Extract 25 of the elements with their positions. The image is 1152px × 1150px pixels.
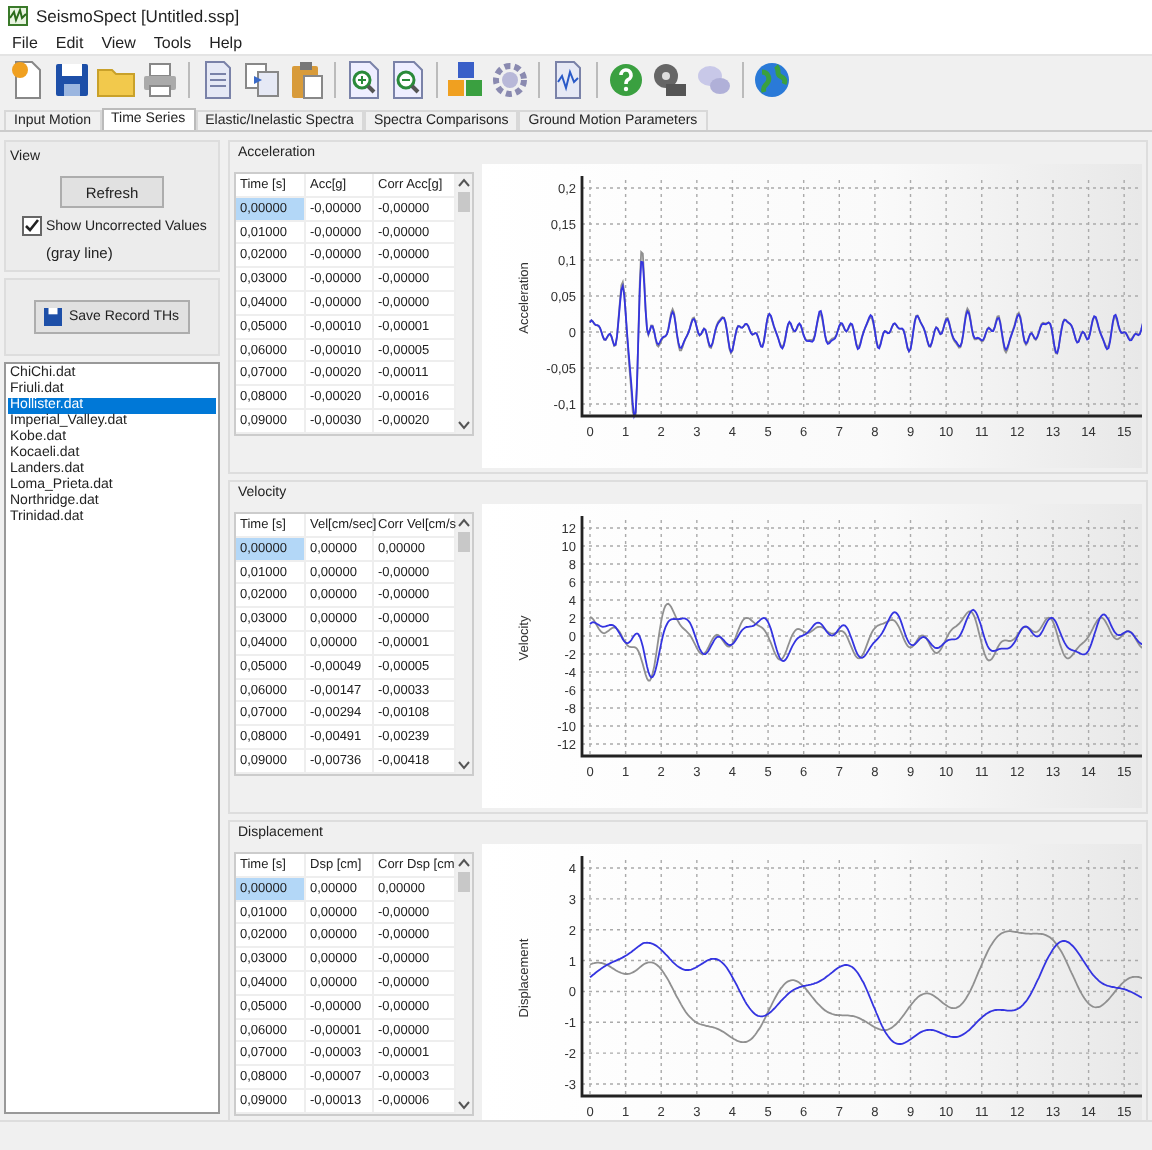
globe-icon[interactable] <box>752 60 792 100</box>
app-logo-icon <box>8 5 28 25</box>
scrollbar-thumb[interactable] <box>458 532 470 552</box>
copy-icon[interactable] <box>242 60 282 100</box>
menu-item[interactable]: Help <box>209 33 243 51</box>
menu-item[interactable]: View <box>101 33 136 51</box>
scrollbar[interactable] <box>456 174 472 434</box>
cubes-icon[interactable] <box>446 60 486 100</box>
scrollbar[interactable] <box>456 854 472 1114</box>
menu-item[interactable]: File <box>12 33 38 51</box>
scrollbar-thumb[interactable] <box>458 872 470 892</box>
checkbox[interactable] <box>22 216 42 236</box>
help-icon[interactable] <box>606 60 646 100</box>
clipboard-icon[interactable] <box>286 60 326 100</box>
printer-icon[interactable] <box>140 60 180 100</box>
window-title: SeismoSpect [Untitled.ssp] <box>36 5 240 25</box>
menu-item[interactable]: Tools <box>153 33 192 51</box>
film-reel-icon[interactable] <box>650 60 690 100</box>
scrollbar-thumb[interactable] <box>458 192 470 212</box>
zoom-out-icon[interactable] <box>388 60 428 100</box>
zoom-in-icon[interactable] <box>344 60 384 100</box>
save-icon[interactable] <box>52 60 92 100</box>
scrollbar[interactable] <box>456 514 472 774</box>
gear-icon[interactable] <box>490 60 530 100</box>
menu-item[interactable]: Edit <box>55 33 84 51</box>
